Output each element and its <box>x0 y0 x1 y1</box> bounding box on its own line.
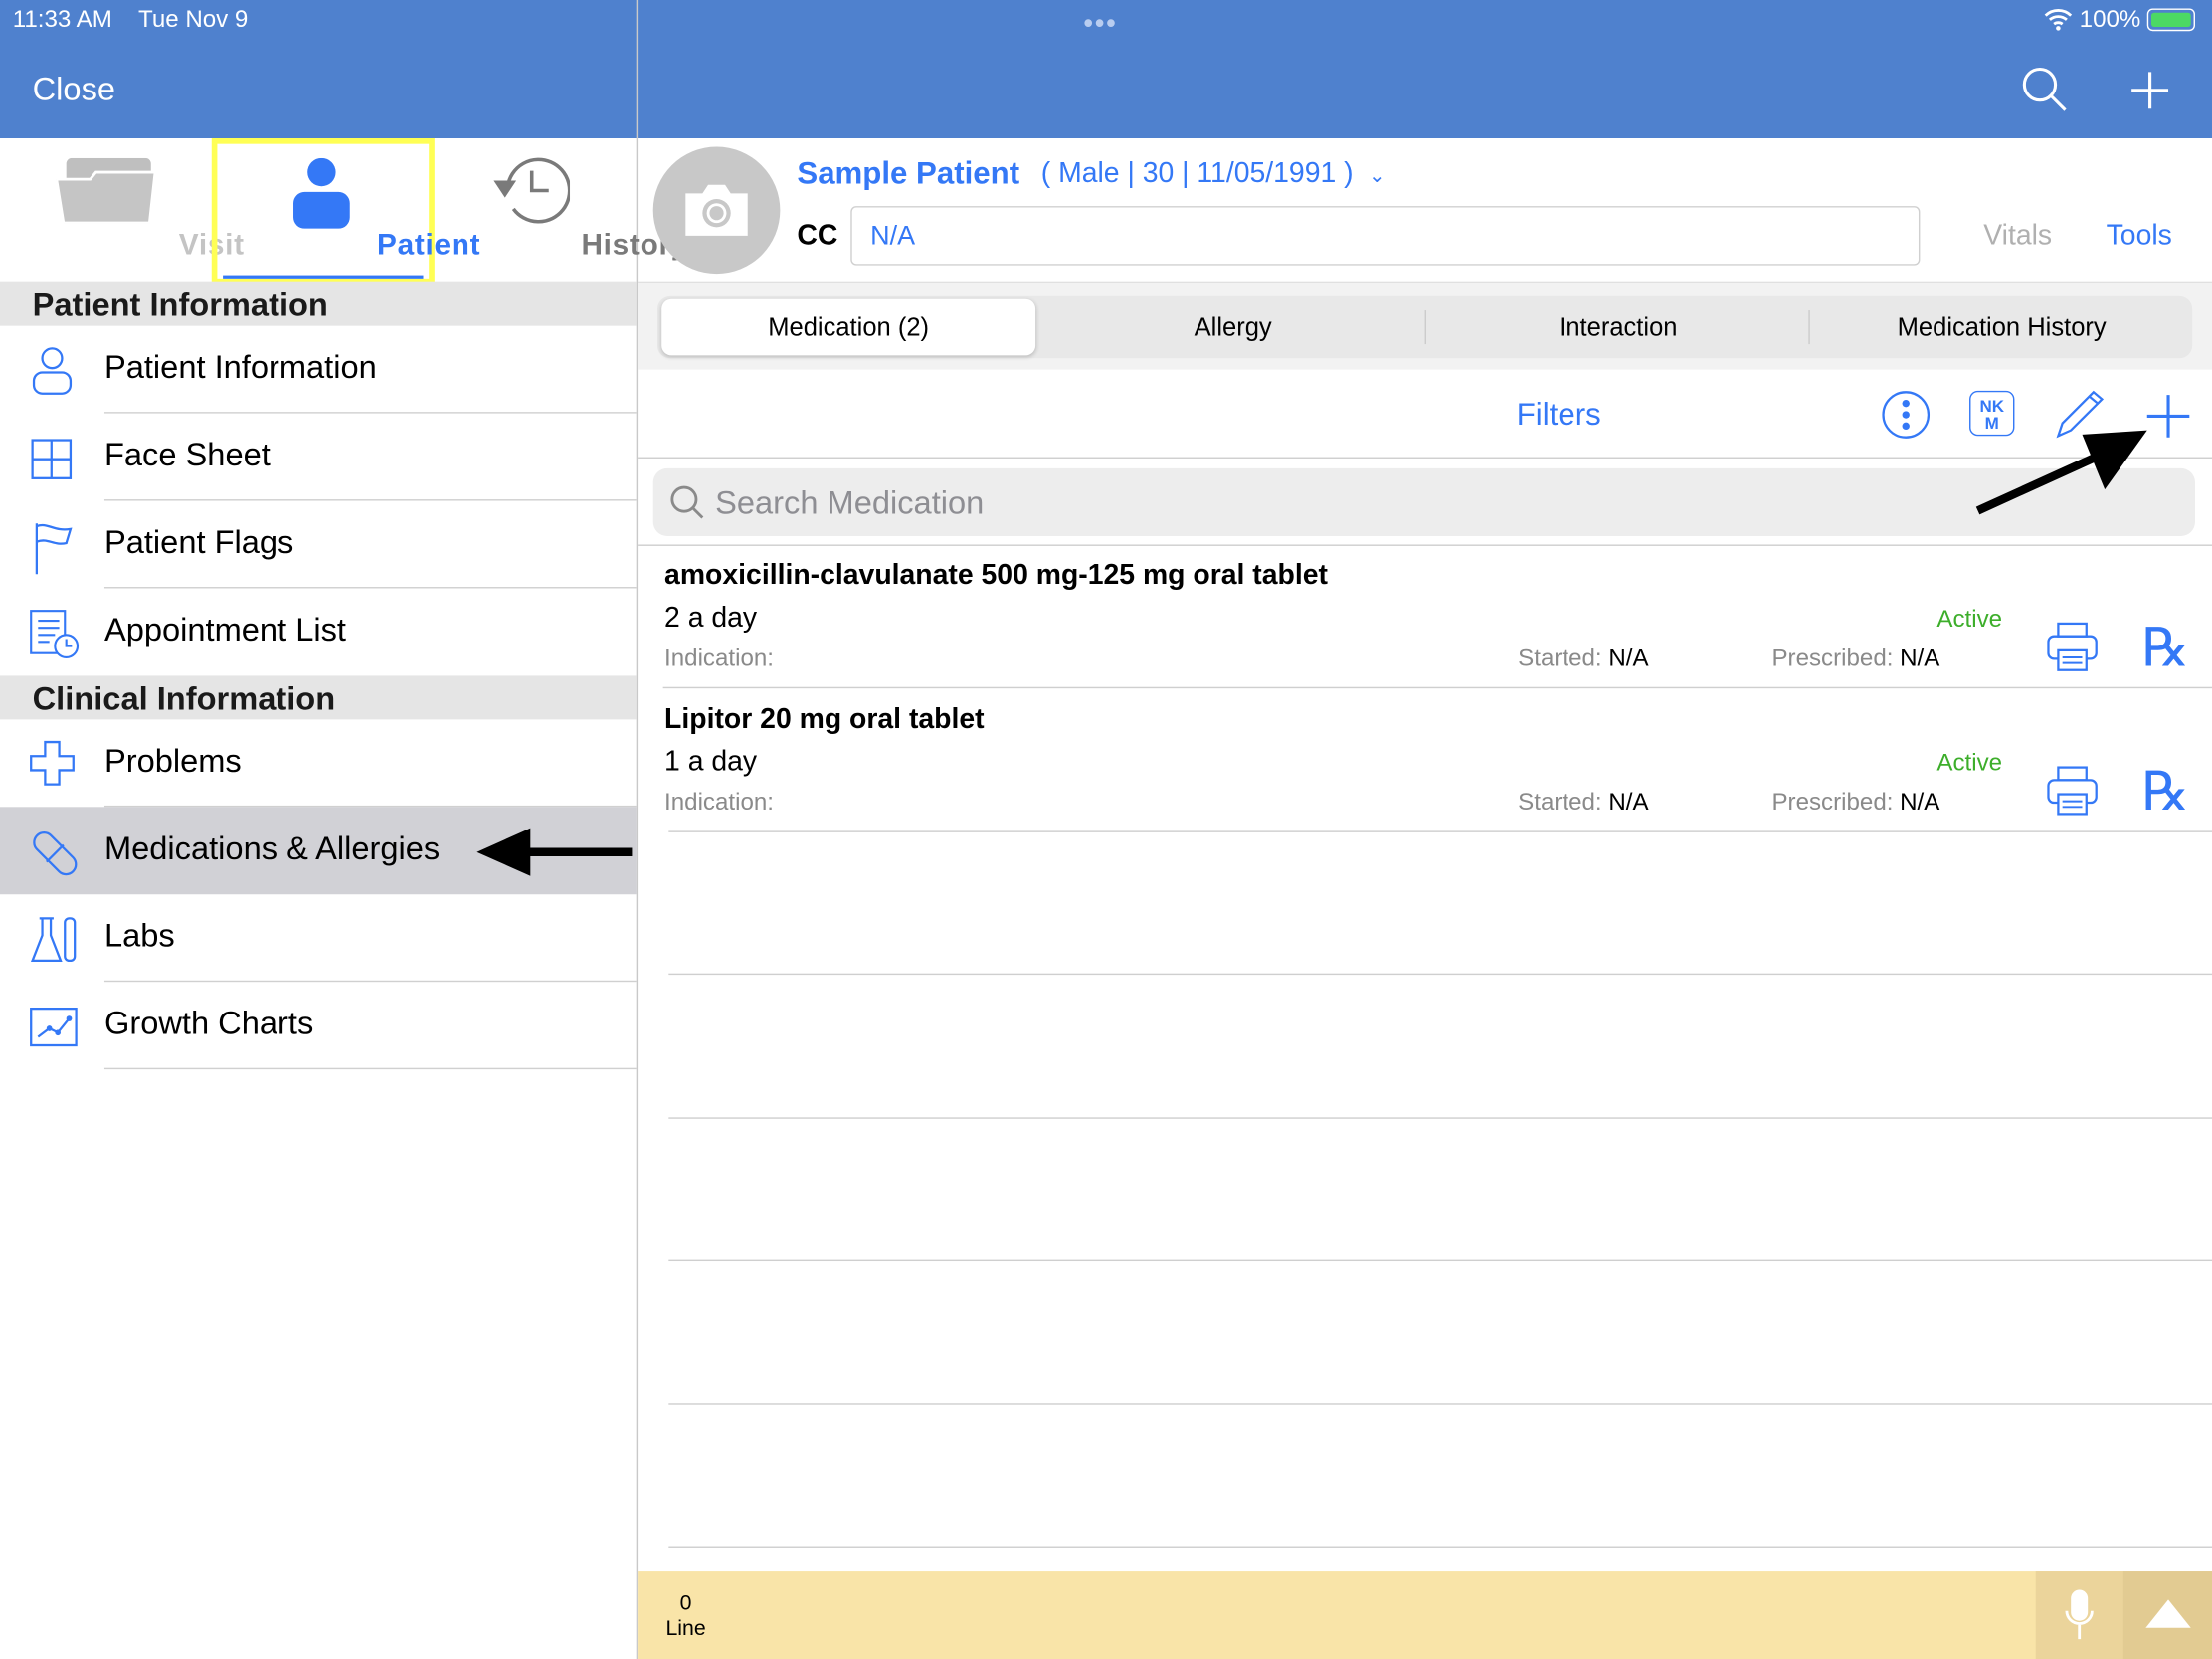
person-icon <box>293 157 350 229</box>
segment-medication-history[interactable]: Medication History <box>1808 310 2193 345</box>
tab-history[interactable]: History <box>424 141 687 282</box>
search-placeholder: Search Medication <box>715 483 985 521</box>
segment-interaction[interactable]: Interaction <box>1424 310 1810 345</box>
item-label: Appointment List <box>103 611 346 648</box>
item-label: Patient Information <box>103 348 377 386</box>
sidebar-item-growth-charts[interactable]: Growth Charts <box>0 982 637 1070</box>
annotation-arrow-left <box>476 828 633 876</box>
vitals-button[interactable]: Vitals <box>1983 220 2052 253</box>
item-label: Face Sheet <box>103 436 271 473</box>
patient-photo-button[interactable] <box>652 146 781 275</box>
item-label: Labs <box>103 916 175 954</box>
cc-label: CC <box>797 220 838 252</box>
segmented-control: Medication (2) Allergy Interaction Medic… <box>656 295 2193 359</box>
print-icon[interactable] <box>2046 765 2100 819</box>
appointment-list-icon <box>30 610 80 659</box>
app: 11:33 AM Tue Nov 9 ••• 100% Close Visit … <box>0 0 2212 1659</box>
item-label: Patient Flags <box>103 523 294 561</box>
sidebar-item-problems[interactable]: Problems <box>0 719 637 808</box>
microphone-button[interactable] <box>2035 1571 2123 1659</box>
growth-chart-icon <box>30 1007 78 1047</box>
medication-name: Lipitor 20 mg oral tablet <box>664 703 985 735</box>
item-label: Problems <box>103 742 242 779</box>
sidebar-item-labs[interactable]: Labs <box>0 894 637 983</box>
add-icon[interactable] <box>2127 68 2172 119</box>
folder-icon <box>56 157 156 224</box>
tab-patient[interactable]: Patient <box>211 138 480 285</box>
indication-label: Indication: <box>664 788 774 816</box>
status-time: 11:33 AM <box>12 5 112 33</box>
multitask-dots-icon[interactable]: ••• <box>1083 9 1117 42</box>
sidebar-item-appointment-list[interactable]: Appointment List <box>0 588 637 675</box>
medication-row[interactable]: amoxicillin-clavulanate 500 mg-125 mg or… <box>638 546 2212 687</box>
sidebar-item-face-sheet[interactable]: Face Sheet <box>0 414 637 501</box>
prescription-rx-icon[interactable]: ℞ <box>2141 617 2189 678</box>
item-label: Medications & Allergies <box>103 830 441 866</box>
wifi-icon <box>2043 6 2074 39</box>
cc-field[interactable]: N/A <box>850 206 1921 266</box>
section-header-patient-information: Patient Information <box>0 281 637 326</box>
lab-flask-icon <box>30 917 77 963</box>
item-label: Growth Charts <box>103 1004 314 1041</box>
battery-percent: 100% <box>2079 5 2141 33</box>
more-options-icon[interactable] <box>1881 389 1932 440</box>
status-date: Tue Nov 9 <box>138 5 249 33</box>
pill-icon <box>33 831 78 876</box>
search-icon <box>670 485 704 519</box>
camera-icon <box>685 184 748 236</box>
sidebar-item-patient-information[interactable]: Patient Information <box>0 326 637 414</box>
chevron-down-icon[interactable]: ⌄ <box>1369 164 1385 188</box>
prescribed-value: N/A <box>1900 645 1940 672</box>
annotation-arrow-diagonal <box>1975 430 2147 515</box>
started-label: Started: <box>1518 788 1602 816</box>
selected-underline <box>223 275 424 279</box>
battery-icon <box>2146 8 2195 32</box>
print-icon[interactable] <box>2046 621 2100 674</box>
filters-button[interactable]: Filters <box>1517 397 1601 434</box>
line-count: 0 <box>679 1590 692 1616</box>
medication-row[interactable]: Lipitor 20 mg oral tablet 1 a day Indica… <box>638 690 2212 831</box>
segment-medication[interactable]: Medication (2) <box>661 298 1036 356</box>
cross-icon <box>30 740 75 786</box>
line-label: Line <box>665 1616 706 1641</box>
patient-details[interactable]: ( Male | 30 | 11/05/1991 ) <box>1041 158 1354 191</box>
tools-button[interactable]: Tools <box>2107 220 2172 253</box>
medication-frequency: 2 a day <box>664 602 758 634</box>
started-label: Started: <box>1518 645 1602 672</box>
medication-name: amoxicillin-clavulanate 500 mg-125 mg or… <box>664 560 1328 592</box>
history-icon <box>493 157 571 224</box>
patient-name[interactable]: Sample Patient <box>797 155 1019 192</box>
flag-icon <box>35 523 73 575</box>
triangle-up-icon <box>2145 1599 2191 1628</box>
expand-button[interactable] <box>2122 1571 2212 1659</box>
tab-visit[interactable]: Visit <box>0 141 244 282</box>
prescribed-label: Prescribed: <box>1771 788 1894 816</box>
footer-bar: 0 Line <box>638 1571 2212 1659</box>
started-value: N/A <box>1608 788 1649 816</box>
started-value: N/A <box>1608 645 1649 672</box>
indication-label: Indication: <box>664 645 774 672</box>
prescribed-value: N/A <box>1900 788 1940 816</box>
sidebar-item-patient-flags[interactable]: Patient Flags <box>0 501 637 589</box>
medication-frequency: 1 a day <box>664 746 758 778</box>
close-button[interactable]: Close <box>33 71 115 108</box>
status-badge: Active <box>1936 605 2003 633</box>
segment-allergy[interactable]: Allergy <box>1041 296 1425 358</box>
prescribed-label: Prescribed: <box>1771 645 1894 672</box>
grid-icon <box>31 439 73 479</box>
cc-value: N/A <box>870 221 916 252</box>
search-icon[interactable] <box>2020 65 2068 119</box>
section-header-clinical-information: Clinical Information <box>0 675 637 720</box>
search-medication-input[interactable]: Search Medication <box>652 467 2195 536</box>
microphone-icon <box>2065 1589 2094 1640</box>
prescription-rx-icon[interactable]: ℞ <box>2141 761 2189 823</box>
person-outline-icon <box>32 347 73 395</box>
status-badge: Active <box>1936 749 2003 777</box>
